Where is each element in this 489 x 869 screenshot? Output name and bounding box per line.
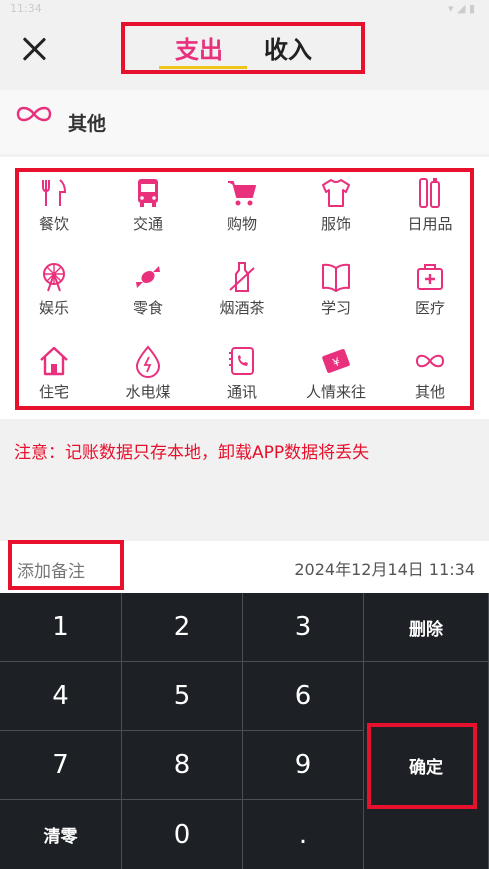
category-label: 学习 <box>320 299 351 317</box>
ferris-wheel-icon <box>43 263 65 292</box>
category-item-transport[interactable]: 交通 <box>102 176 194 256</box>
status-bar: 11:34 ▾ ◢ ▮ <box>0 0 489 20</box>
tab-active-indicator <box>159 66 247 69</box>
category-label: 服饰 <box>320 215 351 233</box>
category-label: 交通 <box>132 215 163 233</box>
phone-icon <box>229 347 254 375</box>
category-label: 零食 <box>132 299 163 317</box>
status-icons: ▾ ◢ ▮ <box>447 2 475 15</box>
cart-icon <box>228 181 256 206</box>
category-label: 水电煤 <box>125 383 171 401</box>
category-item-clothing[interactable]: 服饰 <box>290 176 382 256</box>
infinity-icon <box>415 354 445 368</box>
key-8[interactable]: 8 <box>122 731 243 800</box>
category-label: 烟酒茶 <box>219 299 265 317</box>
fork-knife-icon <box>42 179 67 206</box>
key-4[interactable]: 4 <box>0 662 122 731</box>
category-item-snacks[interactable]: 零食 <box>102 260 194 340</box>
category-item-communication[interactable]: 通讯 <box>196 344 288 424</box>
water-drop-icon <box>135 345 161 378</box>
note-field[interactable]: 添加备注 <box>8 540 124 590</box>
medkit-icon <box>417 264 443 290</box>
category-item-gifts-social[interactable]: ¥ 人情来往 <box>290 344 382 424</box>
delete-button[interactable]: 删除 <box>364 593 489 662</box>
key-9[interactable]: 9 <box>243 731 364 800</box>
key-7[interactable]: 7 <box>0 731 122 800</box>
storage-notice: 注意：记账数据只存本地，卸载APP数据将丢失 <box>14 443 370 463</box>
close-icon[interactable] <box>18 32 50 64</box>
key-1[interactable]: 1 <box>0 593 122 662</box>
bottle-icon <box>229 262 255 292</box>
category-label: 日用品 <box>407 215 453 233</box>
date-time-picker[interactable]: 2024年12月14日 11:34 <box>294 556 475 580</box>
category-item-daily-goods[interactable]: 日用品 <box>384 176 476 256</box>
category-label: 通讯 <box>226 383 257 401</box>
category-item-dining[interactable]: 餐饮 <box>8 176 100 256</box>
category-label: 餐饮 <box>38 215 69 233</box>
selected-category-label: 其他 <box>68 113 107 135</box>
key-0[interactable]: 0 <box>122 800 243 869</box>
category-label: 购物 <box>226 215 257 233</box>
header: 支出 收入 <box>0 20 489 86</box>
key-2[interactable]: 2 <box>122 593 243 662</box>
toothbrush-icon <box>419 178 440 208</box>
category-label: 医疗 <box>414 299 445 317</box>
house-icon <box>40 346 68 376</box>
key-5[interactable]: 5 <box>122 662 243 731</box>
clear-button[interactable]: 清零 <box>0 800 122 869</box>
category-item-other[interactable]: 其他 <box>384 344 476 424</box>
key-3[interactable]: 3 <box>243 593 364 662</box>
type-tabs: 支出 收入 <box>121 22 365 74</box>
tab-expense[interactable]: 支出 <box>175 30 223 65</box>
category-label: 住宅 <box>38 383 69 401</box>
tab-income[interactable]: 收入 <box>264 30 312 65</box>
category-label: 其他 <box>414 383 445 401</box>
category-item-housing[interactable]: 住宅 <box>8 344 100 424</box>
category-item-shopping[interactable]: 购物 <box>196 176 288 256</box>
category-label: 人情来往 <box>305 383 366 401</box>
shirt-icon <box>322 179 350 207</box>
key-6[interactable]: 6 <box>243 662 364 731</box>
note-placeholder: 添加备注 <box>17 562 85 582</box>
category-item-medical[interactable]: 医疗 <box>384 260 476 340</box>
category-item-tobacco-alcohol-tea[interactable]: 烟酒茶 <box>196 260 288 340</box>
book-icon <box>322 263 350 292</box>
key-dot[interactable]: . <box>243 800 364 869</box>
category-item-study[interactable]: 学习 <box>290 260 382 340</box>
infinity-icon <box>16 106 52 122</box>
bus-icon <box>138 179 158 207</box>
category-label: 娱乐 <box>38 299 69 317</box>
ticket-icon: ¥ <box>322 349 350 373</box>
confirm-button-highlight <box>367 723 477 809</box>
selected-category: 其他 <box>0 90 489 154</box>
status-time: 11:34 <box>10 2 42 15</box>
category-item-entertainment[interactable]: 娱乐 <box>8 260 100 340</box>
candy-icon <box>136 266 160 288</box>
category-item-utilities[interactable]: 水电煤 <box>102 344 194 424</box>
